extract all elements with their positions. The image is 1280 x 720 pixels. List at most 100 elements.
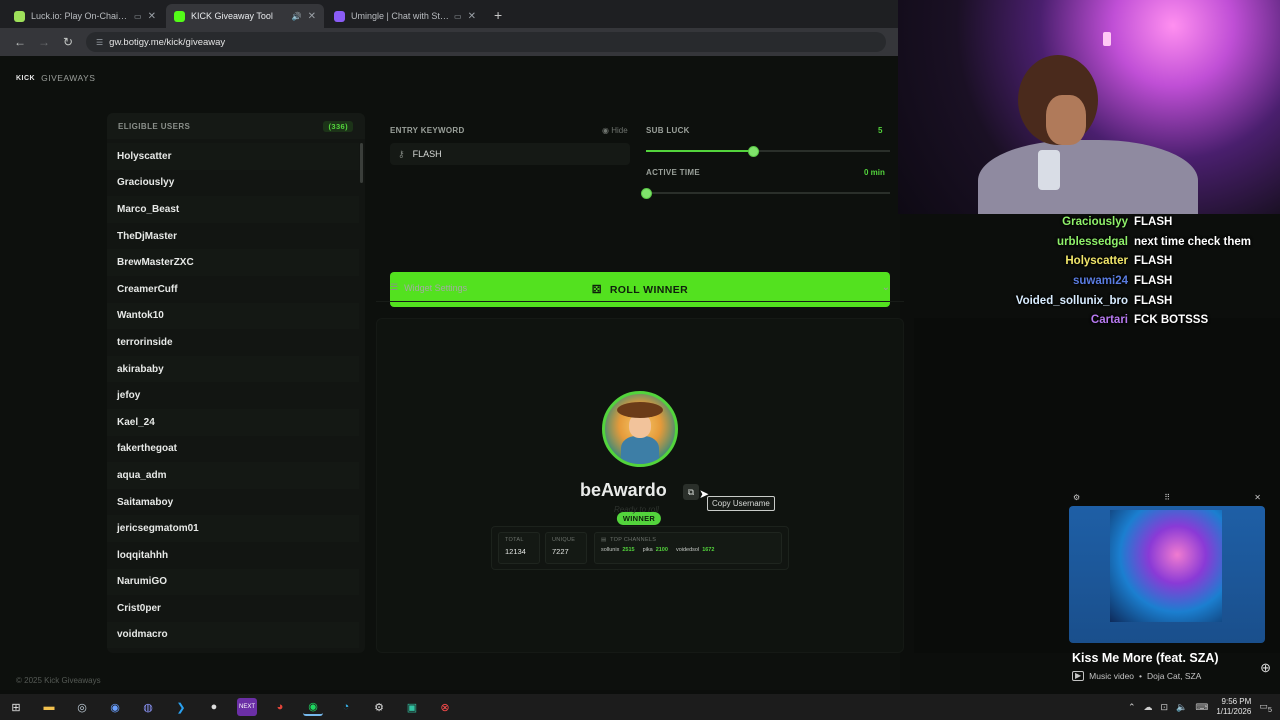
add-to-playlist-icon[interactable]: ⊕ bbox=[1260, 660, 1271, 676]
webcam-overlay bbox=[898, 0, 1280, 214]
video-icon: ▶ bbox=[1072, 671, 1085, 681]
settings-icon[interactable]: ⚙ bbox=[369, 698, 389, 716]
browser-tab-luck[interactable]: Luck.io: Play On-Chain Prov ▭ ✕ bbox=[6, 4, 164, 28]
chat-username: Holyscatter bbox=[1065, 255, 1128, 268]
winner-avatar bbox=[602, 391, 678, 467]
album-art[interactable] bbox=[1069, 506, 1265, 643]
tab-title: Luck.io: Play On-Chain Prov bbox=[31, 11, 130, 21]
eligible-user-row[interactable]: terrorinside bbox=[107, 329, 359, 356]
vscode-icon[interactable]: ❯ bbox=[171, 698, 191, 716]
chevron-up-icon[interactable]: ⌃ bbox=[1128, 702, 1136, 713]
hide-keyword-button[interactable]: ◉ Hide bbox=[602, 126, 628, 135]
eligible-users-title: ELIGIBLE USERS bbox=[118, 121, 191, 131]
language-icon[interactable]: ⌨ bbox=[1195, 702, 1208, 713]
spotify-icon[interactable]: ◉ bbox=[303, 698, 323, 716]
eligible-user-row[interactable]: Saitamaboy bbox=[107, 489, 359, 516]
edge-icon[interactable]: ◔ bbox=[336, 698, 356, 716]
network-icon[interactable]: ⊡ bbox=[1161, 702, 1169, 713]
steam-icon[interactable]: ◎ bbox=[72, 698, 92, 716]
site-info-icon[interactable]: ☰ bbox=[96, 38, 103, 47]
chat-username: suwami24 bbox=[1073, 274, 1128, 287]
windows-start-icon[interactable]: ⊞ bbox=[6, 698, 26, 716]
active-time-slider[interactable] bbox=[641, 187, 890, 199]
total-value: 12134 bbox=[505, 547, 526, 556]
eligible-user-row[interactable]: voidmacro bbox=[107, 621, 359, 649]
eligible-users-list: Holyscatter Graciouslyy Marco_Beast TheDjMa… bbox=[107, 139, 365, 649]
eligible-user-row[interactable]: TheDjMaster bbox=[107, 223, 359, 250]
kick-app-icon[interactable]: NEXT bbox=[237, 698, 257, 716]
eligible-user-row[interactable]: Kael_24 bbox=[107, 408, 359, 436]
notification-count: 5 bbox=[1267, 704, 1272, 714]
sub-luck-handle[interactable] bbox=[748, 145, 760, 157]
top-channels-stat: ▤ TOP CHANNELS sollunix 2515 pika 2100 voi… bbox=[594, 532, 782, 564]
close-tab-icon[interactable]: ✕ bbox=[148, 11, 156, 22]
copy-username-button[interactable]: ⧉ bbox=[683, 484, 699, 500]
back-icon[interactable]: ← bbox=[8, 35, 32, 49]
audio-playing-icon[interactable]: 🔊 bbox=[292, 12, 302, 21]
reload-icon[interactable]: ↻ bbox=[56, 35, 80, 49]
close-icon[interactable]: ✕ bbox=[1254, 493, 1261, 502]
eligible-user-row[interactable]: NarumiGO bbox=[107, 568, 359, 596]
chat-message: urblessedgal next time check them bbox=[960, 232, 1280, 252]
eligible-user-row[interactable]: jericsegmatom01 bbox=[107, 515, 359, 542]
eligible-user-row[interactable]: fakerthegoat bbox=[107, 436, 359, 463]
browser-tab-umingle[interactable]: Umingle | Chat with Strange ▭ ✕ bbox=[326, 4, 484, 28]
browser-tab-kick[interactable]: KICK Giveaway Tool 🔊 ✕ bbox=[166, 4, 324, 28]
chat-text: FLASH bbox=[1134, 255, 1173, 268]
eligible-user-row[interactable]: akirababy bbox=[107, 355, 359, 383]
top-channels-label: ▤ TOP CHANNELS bbox=[601, 537, 775, 543]
chrome-icon[interactable]: ◕ bbox=[270, 698, 290, 716]
eligible-user-row[interactable]: BrewMasterZXC bbox=[107, 249, 359, 276]
close-tab-icon[interactable]: ✕ bbox=[308, 11, 316, 22]
channel-count: 2515 bbox=[622, 547, 635, 553]
url-field[interactable]: ☰ gw.botigy.me/kick/giveaway bbox=[86, 32, 886, 52]
record-app-icon[interactable]: ⊗ bbox=[435, 698, 455, 716]
entry-keyword-input[interactable]: ⚷ FLASH bbox=[390, 143, 630, 165]
eligible-user-row[interactable]: aqua_adm bbox=[107, 462, 359, 489]
clock[interactable]: 9:56 PM 1/11/2026 bbox=[1216, 697, 1251, 717]
streamlabs-icon[interactable]: ▣ bbox=[402, 698, 422, 716]
close-tab-icon[interactable]: ✕ bbox=[468, 11, 476, 22]
app-icon[interactable]: ◉ bbox=[105, 698, 125, 716]
active-time-handle[interactable] bbox=[641, 187, 652, 199]
album-art-image bbox=[1110, 510, 1222, 622]
chat-text: FCK BOTSSS bbox=[1134, 314, 1209, 327]
new-tab-button[interactable]: + bbox=[486, 4, 510, 28]
eligible-user-row[interactable]: jefoy bbox=[107, 382, 359, 409]
eligible-user-row[interactable]: CreamerCuff bbox=[107, 276, 359, 303]
file-explorer-icon[interactable]: ▬ bbox=[39, 698, 59, 716]
eligible-user-row[interactable]: Graciouslyy bbox=[107, 170, 359, 197]
chat-text: FLASH bbox=[1134, 215, 1173, 228]
channel-item: pika 2100 bbox=[643, 547, 668, 553]
eligible-user-row[interactable]: Wantok10 bbox=[107, 302, 359, 330]
umingle-favicon-icon bbox=[334, 10, 345, 22]
winner-username: beAwardo bbox=[580, 480, 667, 500]
active-time-value: 0 min bbox=[864, 168, 885, 177]
sub-luck-slider[interactable] bbox=[646, 145, 890, 157]
brand-name: GIVEAWAYS bbox=[41, 73, 96, 83]
users-scrollbar[interactable] bbox=[360, 143, 363, 183]
cloud-icon[interactable]: ☁ bbox=[1144, 702, 1153, 713]
cup bbox=[1038, 150, 1060, 190]
unique-label: UNIQUE bbox=[552, 537, 576, 543]
clock-date: 1/11/2026 bbox=[1216, 707, 1252, 716]
widget-settings-toggle[interactable]: ☰ Widget Settings ⌄ bbox=[376, 274, 904, 302]
drag-handle-icon[interactable]: ⠿ bbox=[1164, 493, 1170, 502]
chat-message: Voided_sollunix_bro FLASH bbox=[960, 291, 1280, 311]
channel-item: voidedsol 1672 bbox=[676, 547, 715, 553]
eligible-user-row[interactable]: Crist0per bbox=[107, 595, 359, 622]
eligible-user-row[interactable]: loqqitahhh bbox=[107, 542, 359, 569]
eligible-user-row[interactable]: Holyscatter bbox=[107, 143, 359, 170]
volume-icon[interactable]: 🔈 bbox=[1176, 702, 1187, 713]
settings-sliders-icon[interactable]: ⚙ bbox=[1073, 493, 1080, 502]
chat-username: Cartari bbox=[1090, 314, 1128, 327]
ready-status: Ready to roll bbox=[614, 505, 659, 514]
eligible-user-row[interactable]: Marco_Beast bbox=[107, 196, 359, 223]
forward-icon[interactable]: → bbox=[32, 35, 56, 49]
stats-box: TOTAL 12134 UNIQUE 7227 ▤ TOP CHANNELS s… bbox=[491, 526, 789, 570]
clock-time: 9:56 PM bbox=[1221, 697, 1252, 706]
obs-icon[interactable]: ● bbox=[204, 698, 224, 716]
discord-icon[interactable]: ◍ bbox=[138, 698, 158, 716]
notification-icon[interactable]: ▭5 bbox=[1259, 701, 1272, 714]
brand[interactable]: KICK GIVEAWAYS bbox=[16, 73, 95, 83]
